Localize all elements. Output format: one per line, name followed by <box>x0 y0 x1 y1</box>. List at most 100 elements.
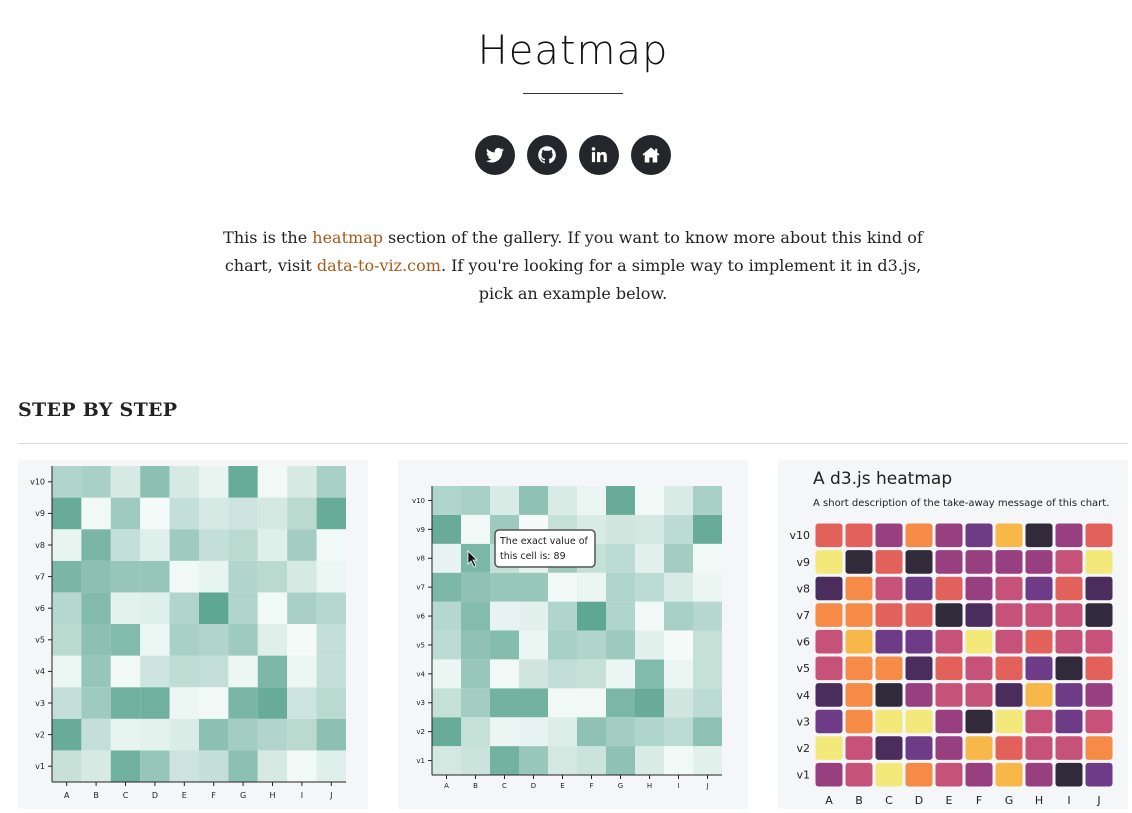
heatmap-cell-v2-I <box>1055 736 1083 760</box>
heatmap-cell-v3-H <box>257 687 288 719</box>
heatmap-cell-v1-H <box>1025 762 1053 787</box>
x-tick-label: D <box>915 794 923 807</box>
heatmap-cell-v5-E <box>548 630 577 660</box>
heatmap-cell-v9-B <box>461 514 490 544</box>
heatmap-cell-v1-D <box>905 762 933 787</box>
heatmap-cell-v8-B <box>81 529 111 561</box>
heatmap-cell-v9-J <box>316 497 346 530</box>
heatmap-cell-v2-J <box>316 718 346 751</box>
x-tick-label: H <box>1035 794 1043 807</box>
x-axis: A B C D E F G H I J <box>52 781 346 800</box>
heatmap-card-styled[interactable]: A d3.js heatmap A short description of th… <box>778 460 1128 809</box>
heatmap-card-basic[interactable]: A B C D E F G H I Jv1 v2 v3 v4 v5 v6 v7 v8 v9 v10 <box>18 460 368 809</box>
heatmap-cell-v7-E <box>169 560 199 593</box>
heatmap-cell-v10-D <box>519 486 548 515</box>
heatmap-cell-v6-F <box>199 592 229 624</box>
heatmap-cell-v5-E <box>169 624 199 656</box>
x-tick-label: E <box>182 791 187 800</box>
heatmap-cell-v9-B <box>81 497 111 530</box>
heatmap-cell-v6-D <box>519 601 548 631</box>
heatmap-cell-v3-I <box>1055 709 1083 734</box>
heatmap-cell-v3-E <box>169 687 199 719</box>
heatmap-cell-v2-A <box>52 718 82 751</box>
github-button[interactable] <box>527 135 567 175</box>
heatmap-cell-v6-G <box>995 629 1023 654</box>
x-tick-label: F <box>211 791 216 800</box>
data-to-viz-link[interactable]: data-to-viz.com <box>317 256 441 275</box>
heatmap-cell-v9-E <box>169 497 199 530</box>
heatmap-cell-v6-I <box>1055 629 1083 654</box>
social-links <box>475 135 671 175</box>
heatmap-cell-v7-H <box>635 572 664 602</box>
heatmap-cell-v2-F <box>199 718 229 751</box>
x-tick-label: C <box>502 782 507 790</box>
y-tick-label: v8 <box>416 555 425 563</box>
y-tick-label: v9 <box>796 556 810 569</box>
chart-title: A d3.js heatmap <box>813 469 952 489</box>
heatmap-cell-v4-F <box>577 659 606 689</box>
heatmap-cell-v3-B <box>845 709 873 734</box>
heatmap-cell-v1-I <box>1055 762 1083 787</box>
heatmap-cell-v7-G <box>228 560 258 593</box>
heatmap-cell-v5-C <box>490 630 519 660</box>
twitter-button[interactable] <box>475 135 515 175</box>
heatmap-cell-v9-J <box>1085 550 1113 574</box>
heatmap-cell-v10-I <box>664 486 693 515</box>
y-tick-label: v9 <box>416 526 425 534</box>
x-tick-label: B <box>855 794 863 807</box>
heatmap-cell-v8-J <box>693 543 722 573</box>
heatmap-cell-v6-E <box>548 601 577 631</box>
heatmap-cell-v2-D <box>140 718 170 751</box>
heatmap-cell-v4-I <box>664 659 693 689</box>
heatmap-cell-v4-A <box>52 655 82 688</box>
y-tick-label: v8 <box>796 582 810 595</box>
heatmap-cell-v4-C <box>490 659 519 689</box>
heatmap-cell-v2-G <box>606 717 635 747</box>
y-axis: v1 v2 v3 v4 v5 v6 v7 v8 v9 v10 <box>412 486 433 775</box>
intro-text: This is the heatmap section of the galle… <box>210 224 936 308</box>
heatmap-cell-v10-E <box>548 486 577 515</box>
heatmap-cell-v6-H <box>635 601 664 631</box>
heatmap-cell-v3-J <box>1085 709 1113 734</box>
heatmap-cell-v4-H <box>1025 683 1053 707</box>
heatmap-cell-v8-G <box>228 529 258 561</box>
heatmap-cell-v3-D <box>905 709 933 734</box>
x-tick-label: G <box>1005 794 1014 807</box>
heatmap-cell-v3-E <box>935 709 963 734</box>
heatmap-cell-v7-F <box>577 572 606 602</box>
heatmap-cell-v3-G <box>228 687 258 719</box>
tooltip-line-2: this cell is: 89 <box>500 551 566 562</box>
heatmap-cell-v2-B <box>845 736 873 760</box>
heatmap-cell-v3-H <box>1025 709 1053 734</box>
heatmap-cell-v1-D <box>140 750 170 782</box>
heatmap-card-tooltip[interactable]: A B C D E F G H I Jv1 v2 v3 v4 v5 v6 v7 v8 v9 v10 The exact… <box>398 460 748 809</box>
heatmap-cell-v4-A <box>432 659 461 689</box>
heatmap-cell-v3-A <box>52 687 82 719</box>
heatmap-cell-v4-E <box>548 659 577 689</box>
heatmap-link[interactable]: heatmap <box>312 228 383 247</box>
heatmap-cell-v10-H <box>635 486 664 515</box>
heatmap-cell-v4-C <box>875 683 903 707</box>
heatmap-cell-v1-C <box>110 750 141 782</box>
heatmap-cell-v5-C <box>110 624 141 656</box>
heatmap-cell-v3-B <box>81 687 111 719</box>
heatmap-cell-v3-B <box>461 688 490 718</box>
heatmap-cell-v2-C <box>490 717 519 747</box>
heatmap-cell-v5-D <box>905 656 933 681</box>
heatmap-cell-v1-B <box>81 750 111 782</box>
heatmap-cell-v3-D <box>140 687 170 719</box>
heatmap-cell-v9-D <box>140 497 170 530</box>
heatmap-cell-v3-I <box>664 688 693 718</box>
x-tick-label: F <box>589 782 593 790</box>
heatmap-cell-v3-J <box>693 688 722 718</box>
heatmap-cell-v5-A <box>432 630 461 660</box>
heatmap-cell-v1-E <box>169 750 199 782</box>
heatmap-cell-v10-H <box>1025 523 1053 548</box>
heatmap-cell-v4-G <box>606 659 635 689</box>
home-button[interactable] <box>631 135 671 175</box>
section-divider <box>18 443 1128 444</box>
heatmap-cell-v1-J <box>693 746 722 775</box>
heatmap-cell-v1-C <box>875 762 903 787</box>
heatmap-cell-v6-E <box>169 592 199 624</box>
linkedin-button[interactable] <box>579 135 619 175</box>
